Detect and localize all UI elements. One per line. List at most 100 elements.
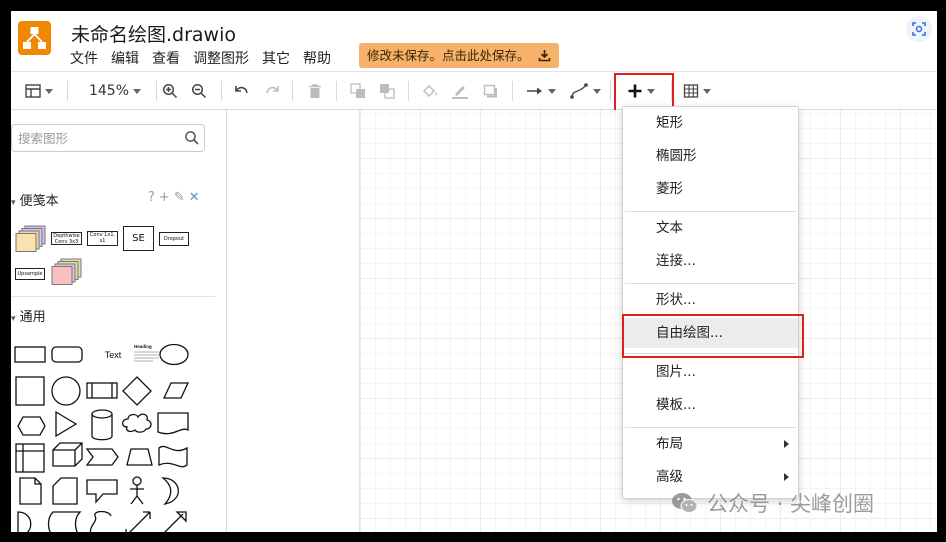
fill-color-button[interactable] [419,80,441,102]
circle-shape[interactable] [51,376,81,406]
insert-text[interactable]: 文本 [623,213,798,243]
insert-link[interactable]: 连接... [623,246,798,276]
table-button[interactable] [679,80,715,102]
curve-shape[interactable] [89,510,112,533]
waypoints-icon [570,83,588,99]
insert-rhombus[interactable]: 菱形 [623,174,798,204]
rounded-rectangle-shape[interactable] [51,346,83,363]
connection-style-button[interactable] [523,80,559,102]
menu-divider [625,353,796,354]
menu-arrange[interactable]: 调整图形 [193,50,249,68]
scratchpad-title: 便笺本 [19,194,59,209]
chevron-down-icon [647,88,655,94]
menu-edit[interactable]: 编辑 [111,50,139,68]
line-color-icon [452,86,468,99]
parallelogram-shape[interactable] [162,382,190,399]
text-shape[interactable]: Text [105,350,122,360]
document-title[interactable]: 未命名绘图.drawio [71,20,236,47]
stacked-colored-boxes-shape[interactable] [15,225,47,253]
menu-divider [625,211,796,212]
general-section-header[interactable]: ▾ 通用 [11,306,46,325]
tape-shape[interactable] [158,445,188,468]
toolbar-divider [67,81,68,101]
scratchpad-close-button[interactable]: ✕ [189,190,200,205]
scratchpad-se[interactable]: SE [123,226,154,251]
swimlane-shape[interactable] [15,443,45,473]
menu-view[interactable]: 查看 [152,50,180,68]
bidirectional-arrow-shape[interactable] [125,511,151,532]
insert-template[interactable]: 模板... [623,390,798,420]
menu-divider [625,427,796,428]
wechat-icon [672,493,698,513]
general-shapes-grid: Text Heading [14,343,190,533]
menu-file[interactable]: 文件 [70,50,98,68]
cloud-shape[interactable] [121,413,152,433]
to-back-button[interactable] [376,80,398,102]
card-shape[interactable] [52,477,78,505]
zoom-select[interactable]: 145% [81,80,149,102]
insert-freehand[interactable]: 自由绘图... [623,318,798,348]
line-color-button[interactable] [449,80,471,102]
scratchpad-upsample[interactable]: Upsample [15,268,45,280]
scratchpad-dropout[interactable]: Dropout [159,232,189,246]
insert-shape[interactable]: 形状... [623,285,798,315]
chevron-down-icon [703,88,711,94]
waypoints-button[interactable] [567,80,603,102]
toolbar-divider [671,81,672,101]
document-shape[interactable] [157,412,189,435]
redo-icon [266,86,279,94]
scratchpad-depthwise-conv[interactable]: Depthwise Conv 3x3 [51,232,82,245]
shape-search-input[interactable] [18,129,178,148]
watermark-text: 公众号 · 尖峰创圈 [707,492,875,516]
undo-icon [235,86,248,94]
menu-help[interactable]: 帮助 [303,50,331,68]
toolbar-divider [156,81,157,101]
actor-shape[interactable] [132,476,142,486]
shadow-button[interactable] [480,80,502,102]
note-shape[interactable] [19,477,42,505]
insert-layout[interactable]: 布局 [623,429,798,459]
insert-ellipse[interactable]: 椭圆形 [623,141,798,171]
menu-extras[interactable]: 其它 [262,50,290,68]
scratchpad-tools: ? + ✎ ✕ [148,190,200,205]
format-panel-icon [25,84,41,98]
insert-image[interactable]: 图片... [623,357,798,387]
unsaved-changes-button[interactable]: 修改未保存。点击此处保存。 [359,43,559,68]
share-button[interactable] [906,16,932,42]
square-shape[interactable] [15,376,45,406]
scratchpad-help-button[interactable]: ? [148,190,155,205]
zoom-out-button[interactable] [188,80,210,102]
to-front-button[interactable] [347,80,369,102]
scratchpad-header[interactable]: ▾ 便笺本 [11,190,59,209]
callout-shape[interactable] [86,479,118,504]
stacked-red-boxes-shape[interactable] [51,258,83,286]
screenshot-scan-icon [912,22,926,36]
heading-shape[interactable]: Heading [134,344,152,349]
cube-shape[interactable] [52,442,83,467]
to-front-icon [350,83,365,98]
fill-color-icon [422,84,437,98]
insert-button[interactable] [621,80,661,102]
rectangle-shape[interactable] [14,346,46,363]
zoom-in-icon [162,83,178,99]
data-storage-shape[interactable] [47,511,82,532]
redo-button[interactable] [261,80,283,102]
arrow-shape[interactable] [161,511,187,532]
delete-button[interactable] [304,80,326,102]
hexagon-shape[interactable] [17,416,46,436]
diamond-shape[interactable] [122,376,152,406]
insert-rectangle[interactable]: 矩形 [623,108,798,138]
ellipse-shape[interactable] [159,343,189,366]
undo-button[interactable] [231,80,253,102]
step-shape[interactable] [85,448,119,466]
delay-shape[interactable] [17,511,32,532]
format-panel-button[interactable] [21,80,57,102]
scratchpad-add-button[interactable]: + [159,190,170,205]
or-shape[interactable] [161,477,179,506]
triangle-shape[interactable] [55,410,78,438]
zoom-in-button[interactable] [159,80,181,102]
scratchpad-edit-button[interactable]: ✎ [174,190,185,205]
scratchpad-conv[interactable]: Conv 1x1, s1 [87,231,118,246]
trapezoid-shape[interactable] [126,448,153,466]
collapse-arrow-icon: ▾ [11,314,16,324]
